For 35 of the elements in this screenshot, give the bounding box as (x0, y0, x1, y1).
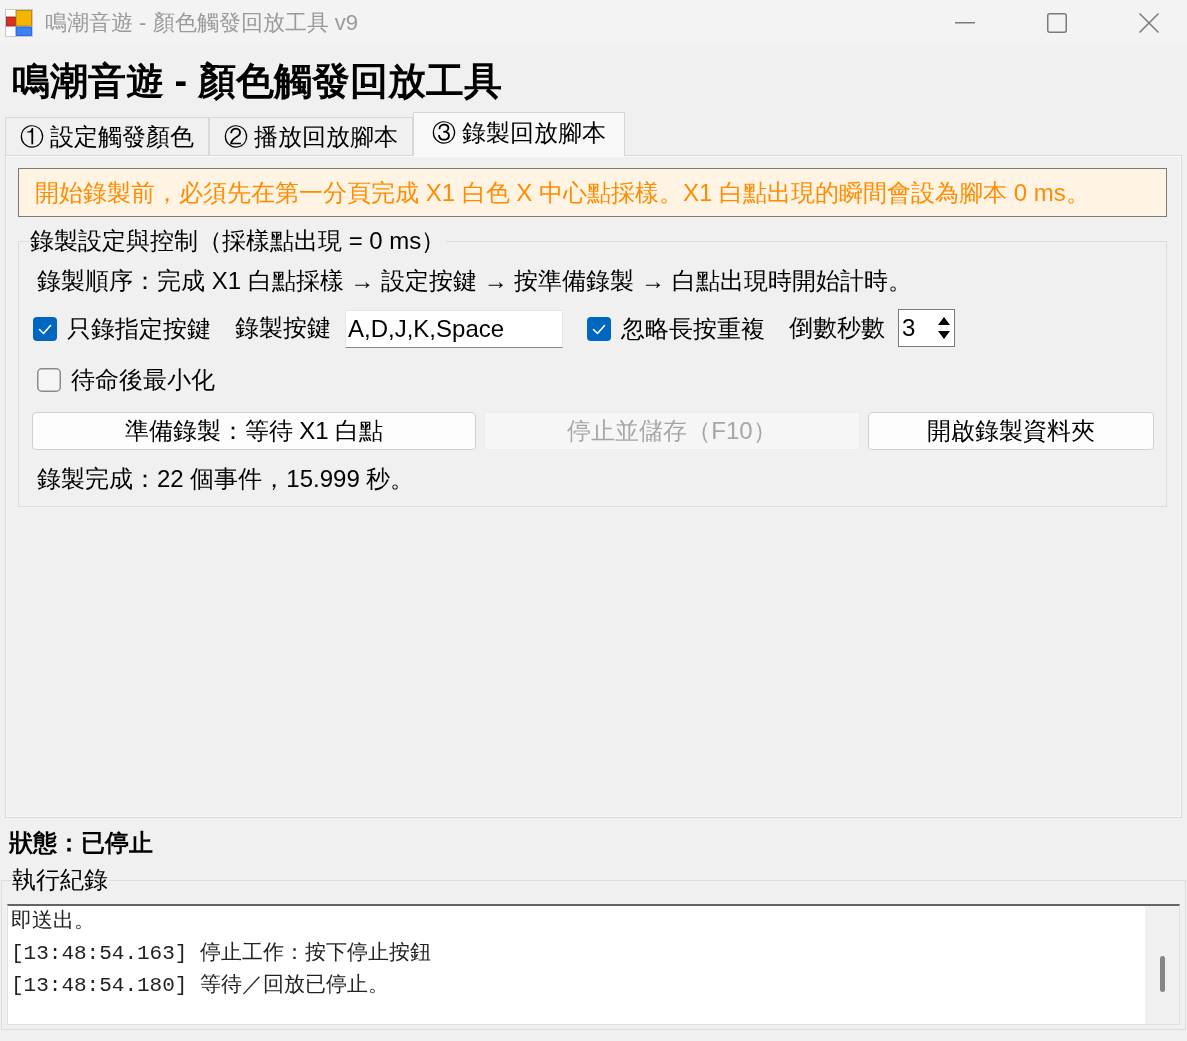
result-text: 錄製完成：22 個事件，15.999 秒。 (37, 464, 416, 494)
app-heading: 鳴潮音遊 - 顏色觸發回放工具 (12, 58, 502, 103)
checkbox-label: 待命後最小化 (71, 365, 215, 395)
action-button[interactable]: 準備錄製：等待 X1 白點 (32, 412, 476, 450)
app-icon (5, 8, 33, 37)
status-text: 狀態：已停止 (9, 828, 153, 858)
checkbox-label: 只錄指定按鍵 (67, 314, 211, 344)
scrollbar[interactable] (1145, 906, 1179, 1024)
log-line: [13:48:54.163] 停止工作：按下停止按鈕 (11, 940, 433, 967)
text-field[interactable]: A,D,J,K,Space (345, 310, 563, 348)
field-label: 錄製按鍵 (235, 312, 331, 343)
instruction-text: 錄製順序：完成 X1 白點採樣 → 設定按鍵 → 按準備錄製 → 白點出現時開始計時。 (37, 266, 913, 296)
log-text-area[interactable]: 即送出。 [13:48:54.163] 停止工作：按下停止按鈕 [13:48:54.180] 等待／回放已停止。 (7, 904, 1180, 1025)
up-arrow-icon[interactable] (938, 316, 950, 325)
minimize-icon (955, 21, 975, 24)
number-spinner[interactable]: 3 (898, 308, 955, 347)
group-title: 錄製設定與控制（採樣點出現 = 0 ms） (29, 227, 447, 255)
close-icon (1139, 12, 1159, 33)
checkbox-label: 忽略長按重複 (621, 314, 765, 344)
warning-banner: 開始錄製前，必須先在第一分頁完成 X1 白色 X 中心點採樣。X1 白點出現的瞬間會設為腳本 0 ms。 (18, 168, 1167, 217)
field-label: 倒數秒數 (789, 312, 885, 343)
checkbox[interactable] (33, 317, 57, 341)
log-line: 即送出。 (11, 908, 96, 935)
down-arrow-icon[interactable] (938, 330, 950, 339)
checkbox[interactable] (37, 368, 61, 392)
tab[interactable]: ② 播放回放腳本 (209, 117, 413, 155)
group-title: 執行紀錄 (11, 868, 109, 892)
maximize-icon (1047, 12, 1067, 33)
scrollbar-thumb[interactable] (1160, 956, 1165, 992)
action-button[interactable]: 開啟錄製資料夾 (868, 412, 1154, 450)
tab[interactable]: ① 設定觸發顏色 (5, 117, 209, 155)
log-line: [13:48:54.180] 等待／回放已停止。 (11, 972, 391, 999)
tab[interactable]: ③ 錄製回放腳本 (413, 112, 625, 156)
checkbox[interactable] (587, 317, 611, 341)
window-title: 鳴潮音遊 - 顏色觸發回放工具 v9 (45, 9, 358, 37)
